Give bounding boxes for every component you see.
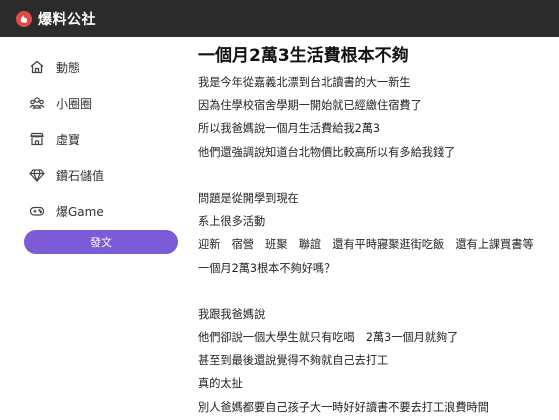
logo-icon bbox=[16, 10, 32, 27]
sidebar-item-store[interactable]: 虛寶 bbox=[28, 127, 80, 151]
sidebar-item-label: 動態 bbox=[56, 60, 81, 75]
post-line: 真的太扯 bbox=[198, 377, 243, 391]
gamepad-icon bbox=[28, 202, 46, 220]
post-line: 迎新 宿營 班聚 聯誼 還有平時寢聚逛街吃飯 還有上課買書等 bbox=[198, 238, 534, 252]
post-title: 一個月2萬3生活費根本不夠 bbox=[198, 46, 409, 66]
sidebar-item-label: 爆Game bbox=[56, 204, 104, 219]
post-line bbox=[198, 164, 559, 187]
post-line: 一個月2萬3根本不夠好嗎？ bbox=[198, 261, 336, 275]
post-line bbox=[198, 280, 559, 303]
post-line: 因為住學校宿舍學期一開始就已經繳住宿費了 bbox=[198, 99, 422, 113]
sidebar-item-groups[interactable]: 小圈圈 bbox=[28, 91, 92, 115]
sidebar-item-label: 鑽石儲值 bbox=[56, 168, 105, 183]
sidebar-item-feed[interactable]: 動態 bbox=[28, 55, 80, 79]
post-line: 系上很多活動 bbox=[198, 215, 266, 229]
top-bar: 爆料公社 bbox=[0, 0, 559, 37]
sidebar-item-label: 小圈圈 bbox=[56, 96, 93, 111]
post-line: 別人爸媽都要自己孩子大一時好好讀書不要去打工浪費時間 bbox=[198, 400, 489, 414]
post-line: 問題是從開學到現在 bbox=[198, 191, 299, 205]
store-icon bbox=[28, 130, 46, 148]
post-button[interactable]: 發文 bbox=[24, 230, 178, 254]
post-body: 我是今年從嘉義北漂到台北讀書的大一新生 因為住學校宿舍學期一開始就已經繳住宿費了… bbox=[198, 71, 559, 419]
post-line: 他們卻說一個大學生就只有吃喝 2萬3一個月就夠了 bbox=[198, 331, 459, 345]
post-line: 他們還強調說知道台北物價比較高所以有多給我錢了 bbox=[198, 145, 456, 159]
sidebar-item-label: 虛寶 bbox=[56, 132, 81, 147]
sidebar-item-game[interactable]: 爆Game bbox=[28, 199, 104, 223]
post-line: 甚至到最後還說覺得不夠就自己去打工 bbox=[198, 354, 389, 368]
site-name: 爆料公社 bbox=[38, 11, 96, 28]
post-content: 一個月2萬3生活費根本不夠 我是今年從嘉義北漂到台北讀書的大一新生 因為住學校宿… bbox=[198, 37, 559, 420]
post-line: 我是今年從嘉義北漂到台北讀書的大一新生 bbox=[198, 76, 411, 89]
post-line: 我跟我爸媽說 bbox=[198, 307, 266, 321]
sidebar-item-diamonds[interactable]: 鑽石儲值 bbox=[28, 163, 104, 187]
sidebar: 動態 小圈圈 虛寶 鑽石儲值 爆Game 發文 bbox=[0, 37, 186, 420]
site-logo[interactable]: 爆料公社 bbox=[16, 9, 96, 29]
group-icon bbox=[28, 94, 46, 112]
diamond-icon bbox=[28, 166, 46, 184]
post-line: 所以我爸媽說一個月生活費給我2萬3 bbox=[198, 122, 381, 136]
home-icon bbox=[28, 58, 46, 76]
